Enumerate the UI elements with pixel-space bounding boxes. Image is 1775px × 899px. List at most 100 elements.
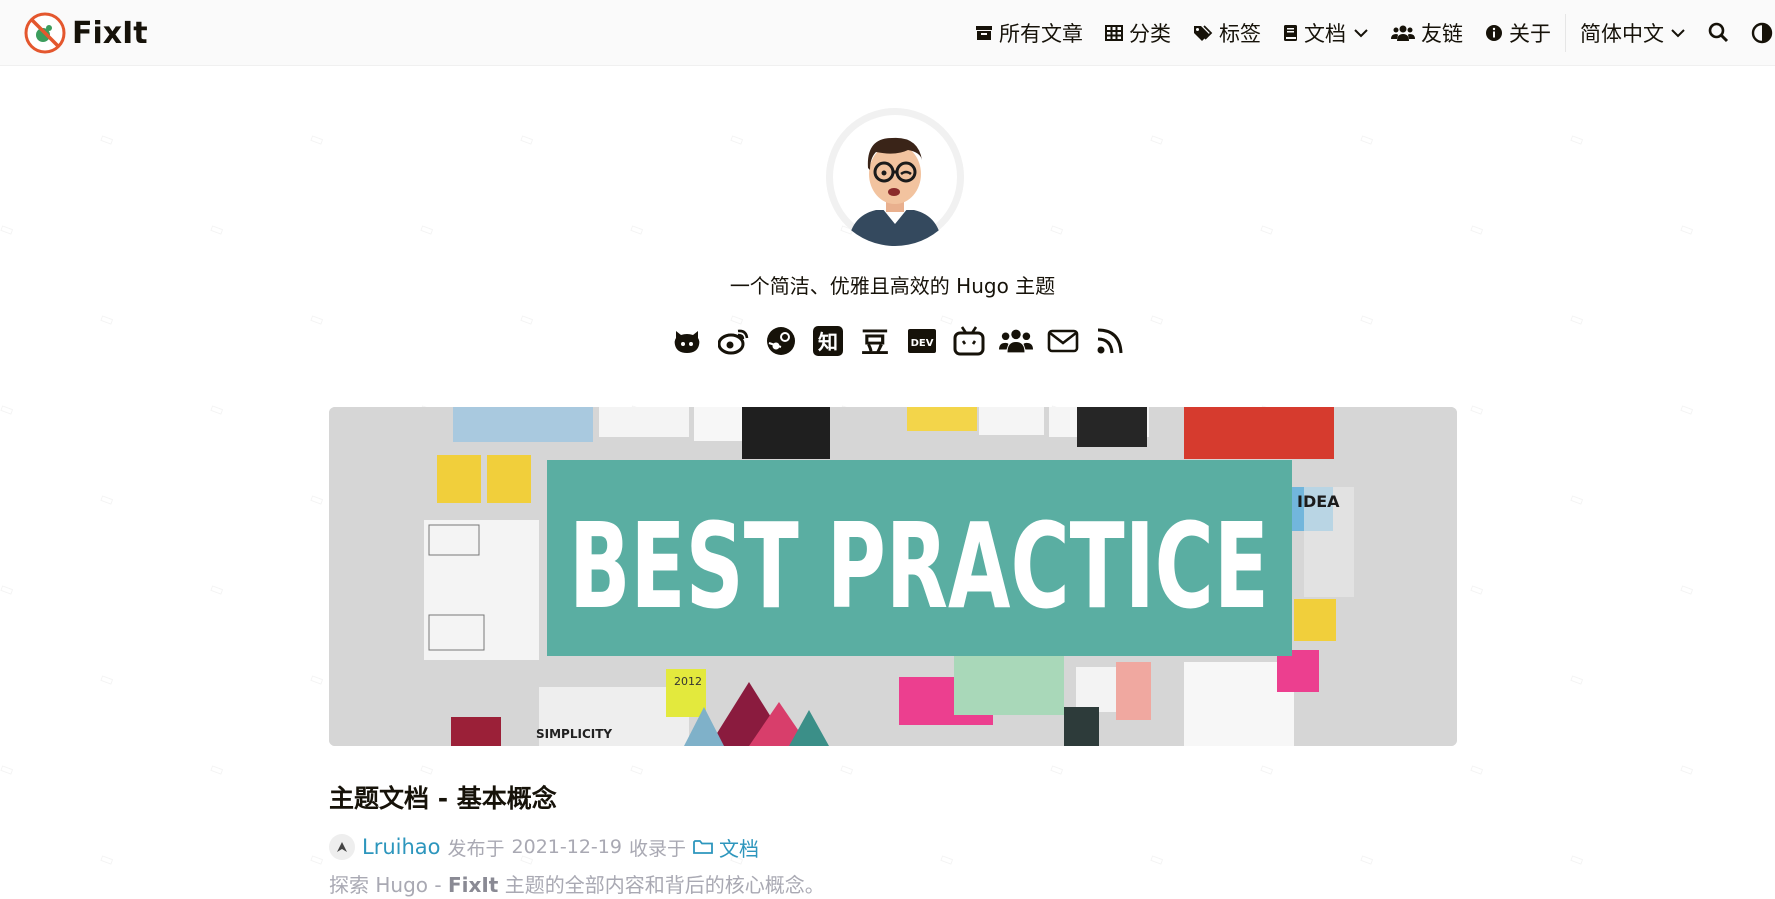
menu-item-label: 所有文章 bbox=[999, 21, 1083, 46]
watermark-mark: ▭ bbox=[1147, 308, 1167, 330]
watermark-mark: ▭ bbox=[307, 308, 327, 330]
logo-title: FixIt bbox=[72, 15, 148, 51]
featured-caption: SIMPLICITY bbox=[536, 727, 612, 741]
featured-banner-text: BEST PRACTICE bbox=[569, 497, 1269, 635]
watermark-mark: ▭ bbox=[0, 218, 17, 240]
watermark-mark: ▭ bbox=[1677, 398, 1697, 420]
site-header: FixIt 所有文章 分类 标签 文档 友链 关于 简体中文 bbox=[0, 0, 1775, 66]
watermark-mark: ▭ bbox=[1357, 848, 1377, 870]
featured-note: 2012 bbox=[674, 675, 702, 688]
book-icon bbox=[1284, 24, 1297, 41]
summary-suffix: 主题的全部内容和背后的核心概念。 bbox=[498, 873, 825, 897]
post-date: 2021-12-19 bbox=[511, 836, 622, 858]
profile-avatar bbox=[826, 108, 964, 246]
watermark-mark: ▭ bbox=[1567, 488, 1587, 510]
search-button[interactable] bbox=[1708, 22, 1729, 43]
menu-item-archives[interactable]: 所有文章 bbox=[975, 18, 1083, 48]
watermark-mark: ▭ bbox=[0, 758, 17, 780]
watermark-mark: ▭ bbox=[207, 218, 227, 240]
watermark-mark: ▭ bbox=[837, 758, 857, 780]
watermark-mark: ▭ bbox=[1567, 308, 1587, 330]
watermark-mark: ▭ bbox=[1147, 848, 1167, 870]
featured-idea-text: IDEA bbox=[1297, 492, 1340, 511]
douban-glyph: 豆 bbox=[861, 326, 889, 357]
published-prefix: 发布于 bbox=[447, 837, 505, 860]
watermark-mark: ▭ bbox=[937, 848, 957, 870]
category-prefix: 收录于 bbox=[628, 837, 686, 860]
dev-glyph: DEV bbox=[911, 338, 934, 349]
watermark-mark: ▭ bbox=[1467, 578, 1487, 600]
logo-icon bbox=[24, 12, 66, 54]
theme-switch-button[interactable] bbox=[1751, 22, 1773, 44]
watermark-mark: ▭ bbox=[1677, 758, 1697, 780]
watermark-mark: ▭ bbox=[307, 848, 327, 870]
watermark-mark: ▭ bbox=[307, 128, 327, 150]
email-icon[interactable] bbox=[1046, 324, 1080, 358]
watermark-mark: ▭ bbox=[1467, 398, 1487, 420]
watermark-mark: ▭ bbox=[0, 578, 17, 600]
watermark-mark: ▭ bbox=[1257, 218, 1277, 240]
weibo-icon[interactable] bbox=[717, 324, 751, 358]
watermark-mark: ▭ bbox=[1467, 758, 1487, 780]
users-icon[interactable] bbox=[999, 324, 1033, 358]
language-label: 简体中文 bbox=[1580, 21, 1664, 46]
menu-item-categories[interactable]: 分类 bbox=[1105, 18, 1171, 48]
watermark-mark: ▭ bbox=[207, 758, 227, 780]
douban-icon[interactable]: 豆 bbox=[858, 324, 892, 358]
main-menu: 所有文章 分类 标签 文档 友链 关于 简体中文 bbox=[953, 0, 1775, 65]
menu-item-label: 文档 bbox=[1304, 21, 1346, 46]
watermark-mark: ▭ bbox=[1467, 218, 1487, 240]
menu-item-label: 关于 bbox=[1509, 21, 1551, 46]
watermark-mark: ▭ bbox=[1677, 218, 1697, 240]
watermark-mark: ▭ bbox=[1567, 128, 1587, 150]
users-icon bbox=[1391, 25, 1415, 41]
rss-icon[interactable] bbox=[1093, 324, 1127, 358]
site-subtitle: 一个简洁、优雅且高效的 Hugo 主题 bbox=[729, 274, 1056, 298]
summary-prefix: 探索 Hugo - bbox=[329, 873, 448, 897]
watermark-mark: ▭ bbox=[1147, 128, 1167, 150]
steam-icon[interactable] bbox=[764, 324, 798, 358]
tags-icon bbox=[1194, 24, 1213, 41]
menu-item-docs[interactable]: 文档 bbox=[1283, 18, 1369, 48]
post-category[interactable]: 文档 bbox=[693, 833, 759, 862]
watermark-mark: ▭ bbox=[417, 758, 437, 780]
zhihu-icon[interactable]: 知 bbox=[811, 324, 845, 358]
watermark-mark: ▭ bbox=[627, 758, 647, 780]
watermark-mark: ▭ bbox=[517, 308, 537, 330]
watermark-mark: ▭ bbox=[207, 398, 227, 420]
post-author[interactable]: Lruihao bbox=[362, 835, 441, 859]
watermark-mark: ▭ bbox=[727, 128, 747, 150]
watermark-mark: ▭ bbox=[1357, 308, 1377, 330]
site-logo[interactable]: FixIt bbox=[24, 12, 148, 54]
category-label: 文档 bbox=[718, 836, 759, 861]
bilibili-icon[interactable] bbox=[952, 324, 986, 358]
watermark-mark: ▭ bbox=[307, 488, 327, 510]
watermark-mark: ▭ bbox=[97, 488, 117, 510]
watermark-mark: ▭ bbox=[1567, 848, 1587, 870]
social-links: 知 豆 DEV bbox=[670, 322, 1127, 360]
watermark-mark: ▭ bbox=[417, 218, 437, 240]
author-avatar bbox=[329, 834, 355, 860]
post-meta: Lruihao 发布于 2021-12-19 收录于 文档 bbox=[329, 832, 759, 862]
archive-icon bbox=[976, 25, 992, 40]
info-circle-icon bbox=[1486, 24, 1502, 41]
menu-item-tags[interactable]: 标签 bbox=[1193, 18, 1261, 48]
watermark-mark: ▭ bbox=[1567, 668, 1587, 690]
watermark-mark: ▭ bbox=[1357, 128, 1377, 150]
watermark-mark: ▭ bbox=[1047, 218, 1067, 240]
dev-icon[interactable]: DEV bbox=[905, 324, 939, 358]
menu-item-about[interactable]: 关于 bbox=[1485, 18, 1551, 48]
post-title[interactable]: 主题文档 - 基本概念 bbox=[329, 779, 557, 815]
search-icon bbox=[1708, 22, 1729, 43]
menu-divider bbox=[1565, 13, 1566, 52]
language-select[interactable]: 简体中文 bbox=[1580, 18, 1686, 48]
featured-image[interactable]: BEST PRACTICE SIMPLICITY 2012 IDEA bbox=[329, 407, 1457, 746]
chevron-down-icon bbox=[1671, 28, 1685, 37]
github-icon[interactable] bbox=[670, 324, 704, 358]
theme-switch-icon bbox=[1751, 22, 1773, 43]
watermark-mark: ▭ bbox=[97, 668, 117, 690]
menu-item-label: 标签 bbox=[1219, 21, 1261, 46]
menu-item-friends[interactable]: 友链 bbox=[1391, 18, 1463, 48]
watermark-mark: ▭ bbox=[97, 848, 117, 870]
zhihu-glyph: 知 bbox=[818, 330, 838, 354]
